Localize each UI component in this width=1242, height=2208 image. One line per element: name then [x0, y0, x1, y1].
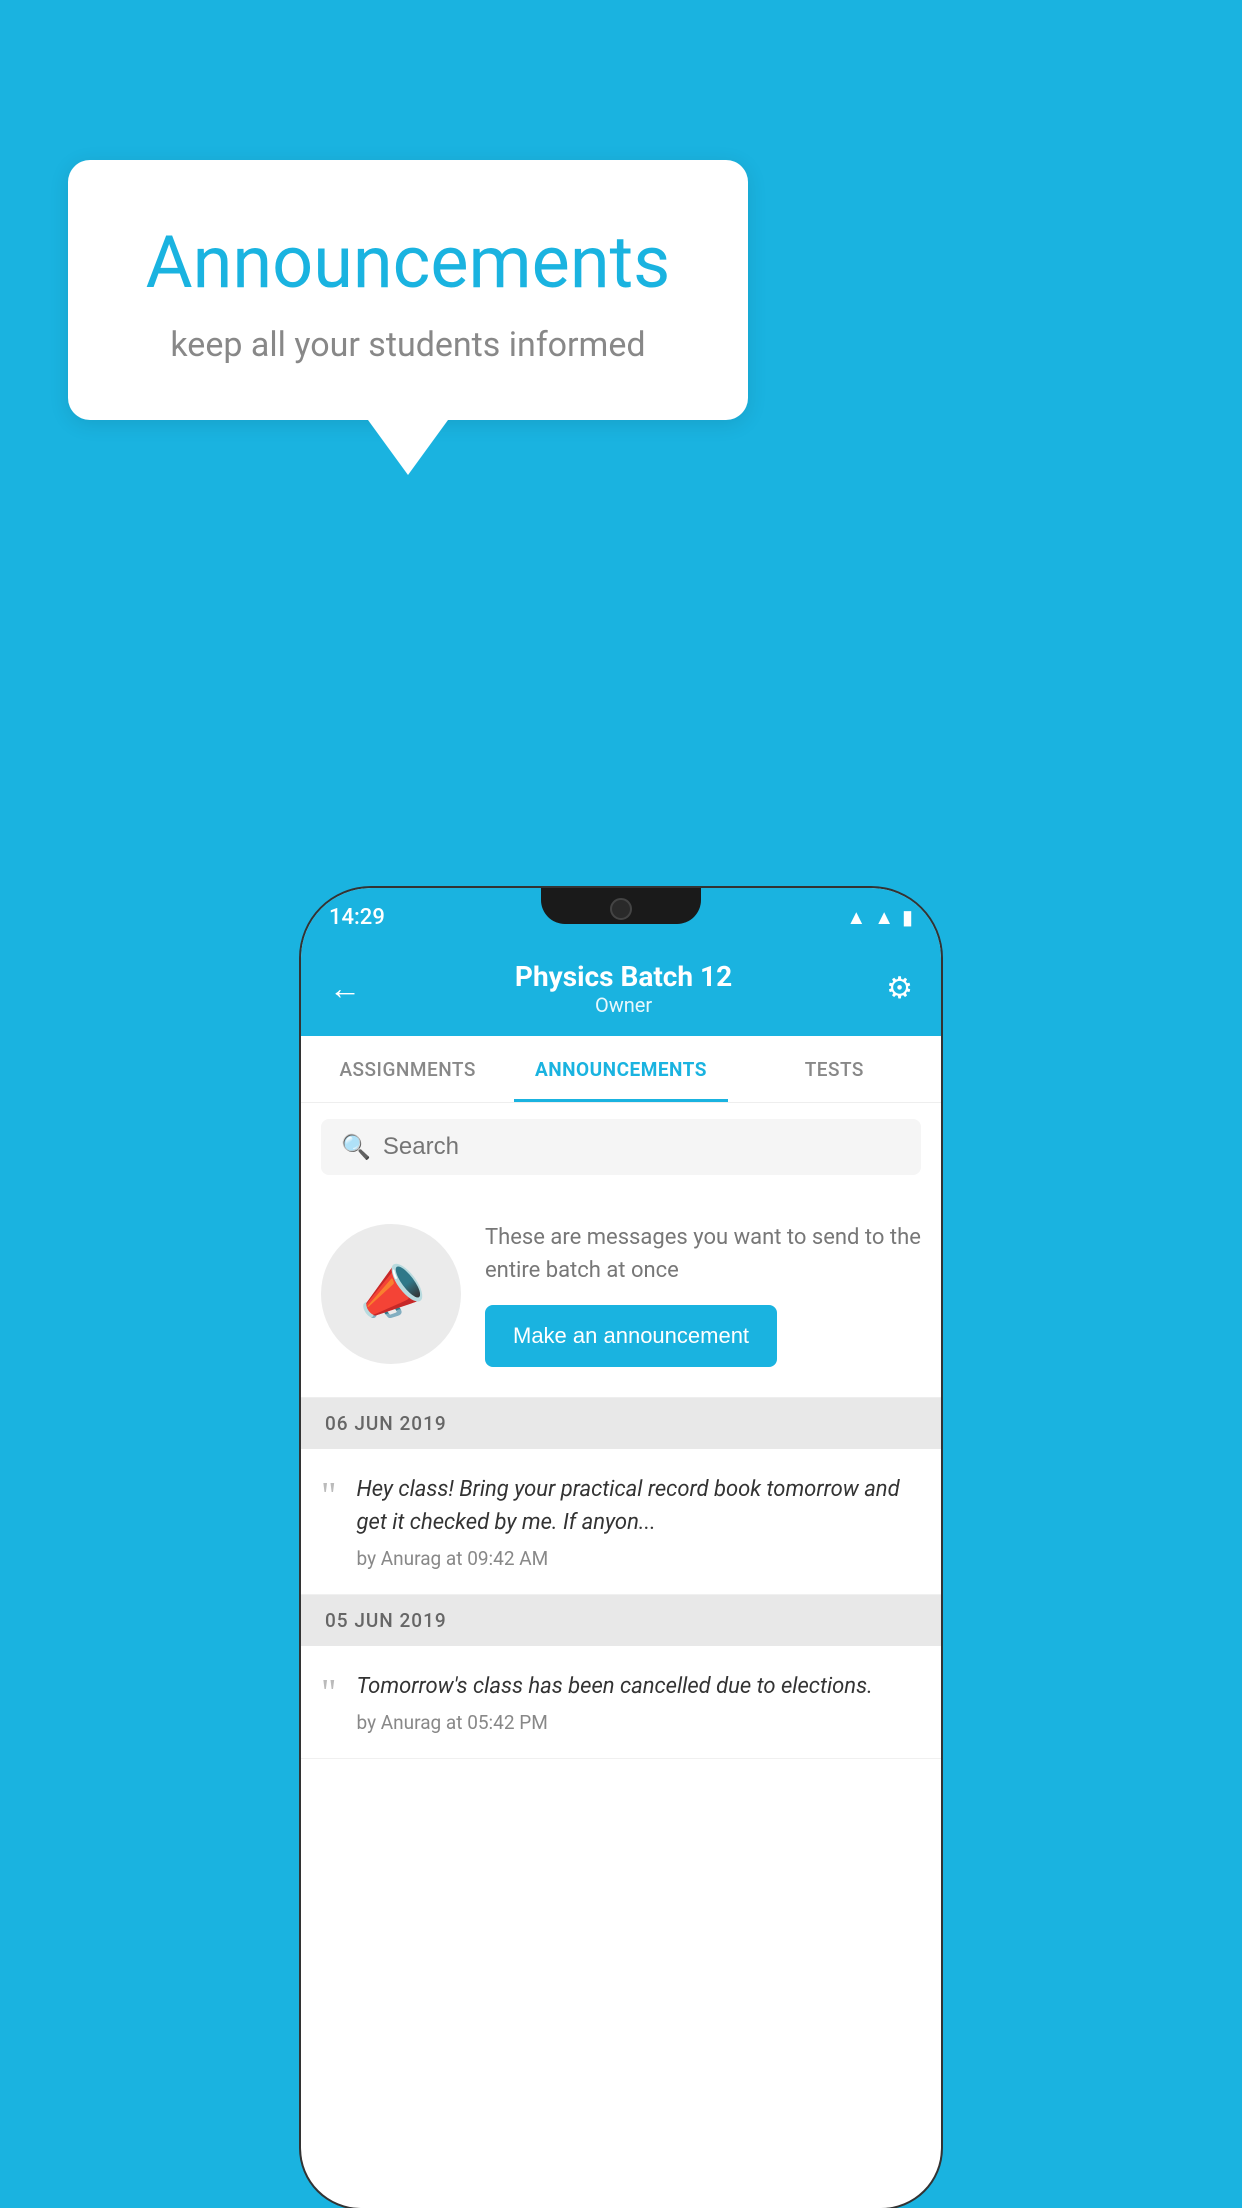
- status-icons: ▲ ▲ ▮: [846, 905, 913, 930]
- app-bar: ← Physics Batch 12 Owner ⚙: [301, 940, 941, 1036]
- speech-bubble-subtitle: keep all your students informed: [118, 325, 698, 365]
- search-icon: 🔍: [341, 1133, 371, 1161]
- search-input[interactable]: [383, 1133, 901, 1161]
- megaphone-icon: 📣: [350, 1254, 433, 1334]
- announcement-item-1: " Hey class! Bring your practical record…: [301, 1449, 941, 1595]
- tabs-bar: ASSIGNMENTS ANNOUNCEMENTS TESTS: [301, 1036, 941, 1103]
- speech-bubble-tail: [368, 420, 448, 475]
- date-separator-1: 06 JUN 2019: [301, 1398, 941, 1449]
- app-bar-title-area: Physics Batch 12 Owner: [361, 960, 886, 1017]
- wifi-icon: ▲: [846, 905, 866, 930]
- battery-icon: ▮: [902, 905, 913, 929]
- announcement-prompt-text-area: These are messages you want to send to t…: [485, 1221, 921, 1367]
- announcement-prompt: 📣 These are messages you want to send to…: [301, 1191, 941, 1398]
- announcement-meta-1: by Anurag at 09:42 AM: [357, 1547, 921, 1570]
- settings-icon[interactable]: ⚙: [886, 971, 913, 1006]
- tab-announcements[interactable]: ANNOUNCEMENTS: [514, 1036, 727, 1102]
- speech-bubble-title: Announcements: [118, 220, 698, 305]
- quote-icon-2: ": [321, 1674, 337, 1712]
- front-camera: [610, 898, 632, 920]
- phone-screen: 14:29 ▲ ▲ ▮ ← Physics Batch 12 Owner ⚙ A…: [301, 888, 941, 2208]
- phone-device: 14:29 ▲ ▲ ▮ ← Physics Batch 12 Owner ⚙ A…: [301, 888, 941, 2208]
- tab-tests[interactable]: TESTS: [728, 1036, 941, 1102]
- back-button[interactable]: ←: [329, 969, 361, 1007]
- announcement-meta-2: by Anurag at 05:42 PM: [357, 1711, 921, 1734]
- app-bar-title: Physics Batch 12: [361, 960, 886, 993]
- search-wrapper: 🔍: [321, 1119, 921, 1175]
- search-container: 🔍: [301, 1103, 941, 1191]
- announcement-prompt-description: These are messages you want to send to t…: [485, 1221, 921, 1287]
- phone-notch: [541, 888, 701, 924]
- speech-bubble-container: Announcements keep all your students inf…: [68, 160, 748, 475]
- date-separator-2: 05 JUN 2019: [301, 1595, 941, 1646]
- signal-icon: ▲: [874, 905, 894, 930]
- tab-assignments[interactable]: ASSIGNMENTS: [301, 1036, 514, 1102]
- announcement-text-2: Tomorrow's class has been cancelled due …: [357, 1670, 921, 1734]
- speech-bubble: Announcements keep all your students inf…: [68, 160, 748, 420]
- announcement-message-2: Tomorrow's class has been cancelled due …: [357, 1670, 921, 1703]
- make-announcement-button[interactable]: Make an announcement: [485, 1305, 777, 1367]
- app-bar-subtitle: Owner: [361, 993, 886, 1017]
- quote-icon-1: ": [321, 1477, 337, 1515]
- status-time: 14:29: [329, 905, 385, 930]
- announcement-message-1: Hey class! Bring your practical record b…: [357, 1473, 921, 1539]
- announcement-item-2: " Tomorrow's class has been cancelled du…: [301, 1646, 941, 1759]
- megaphone-circle: 📣: [321, 1224, 461, 1364]
- announcement-text-1: Hey class! Bring your practical record b…: [357, 1473, 921, 1570]
